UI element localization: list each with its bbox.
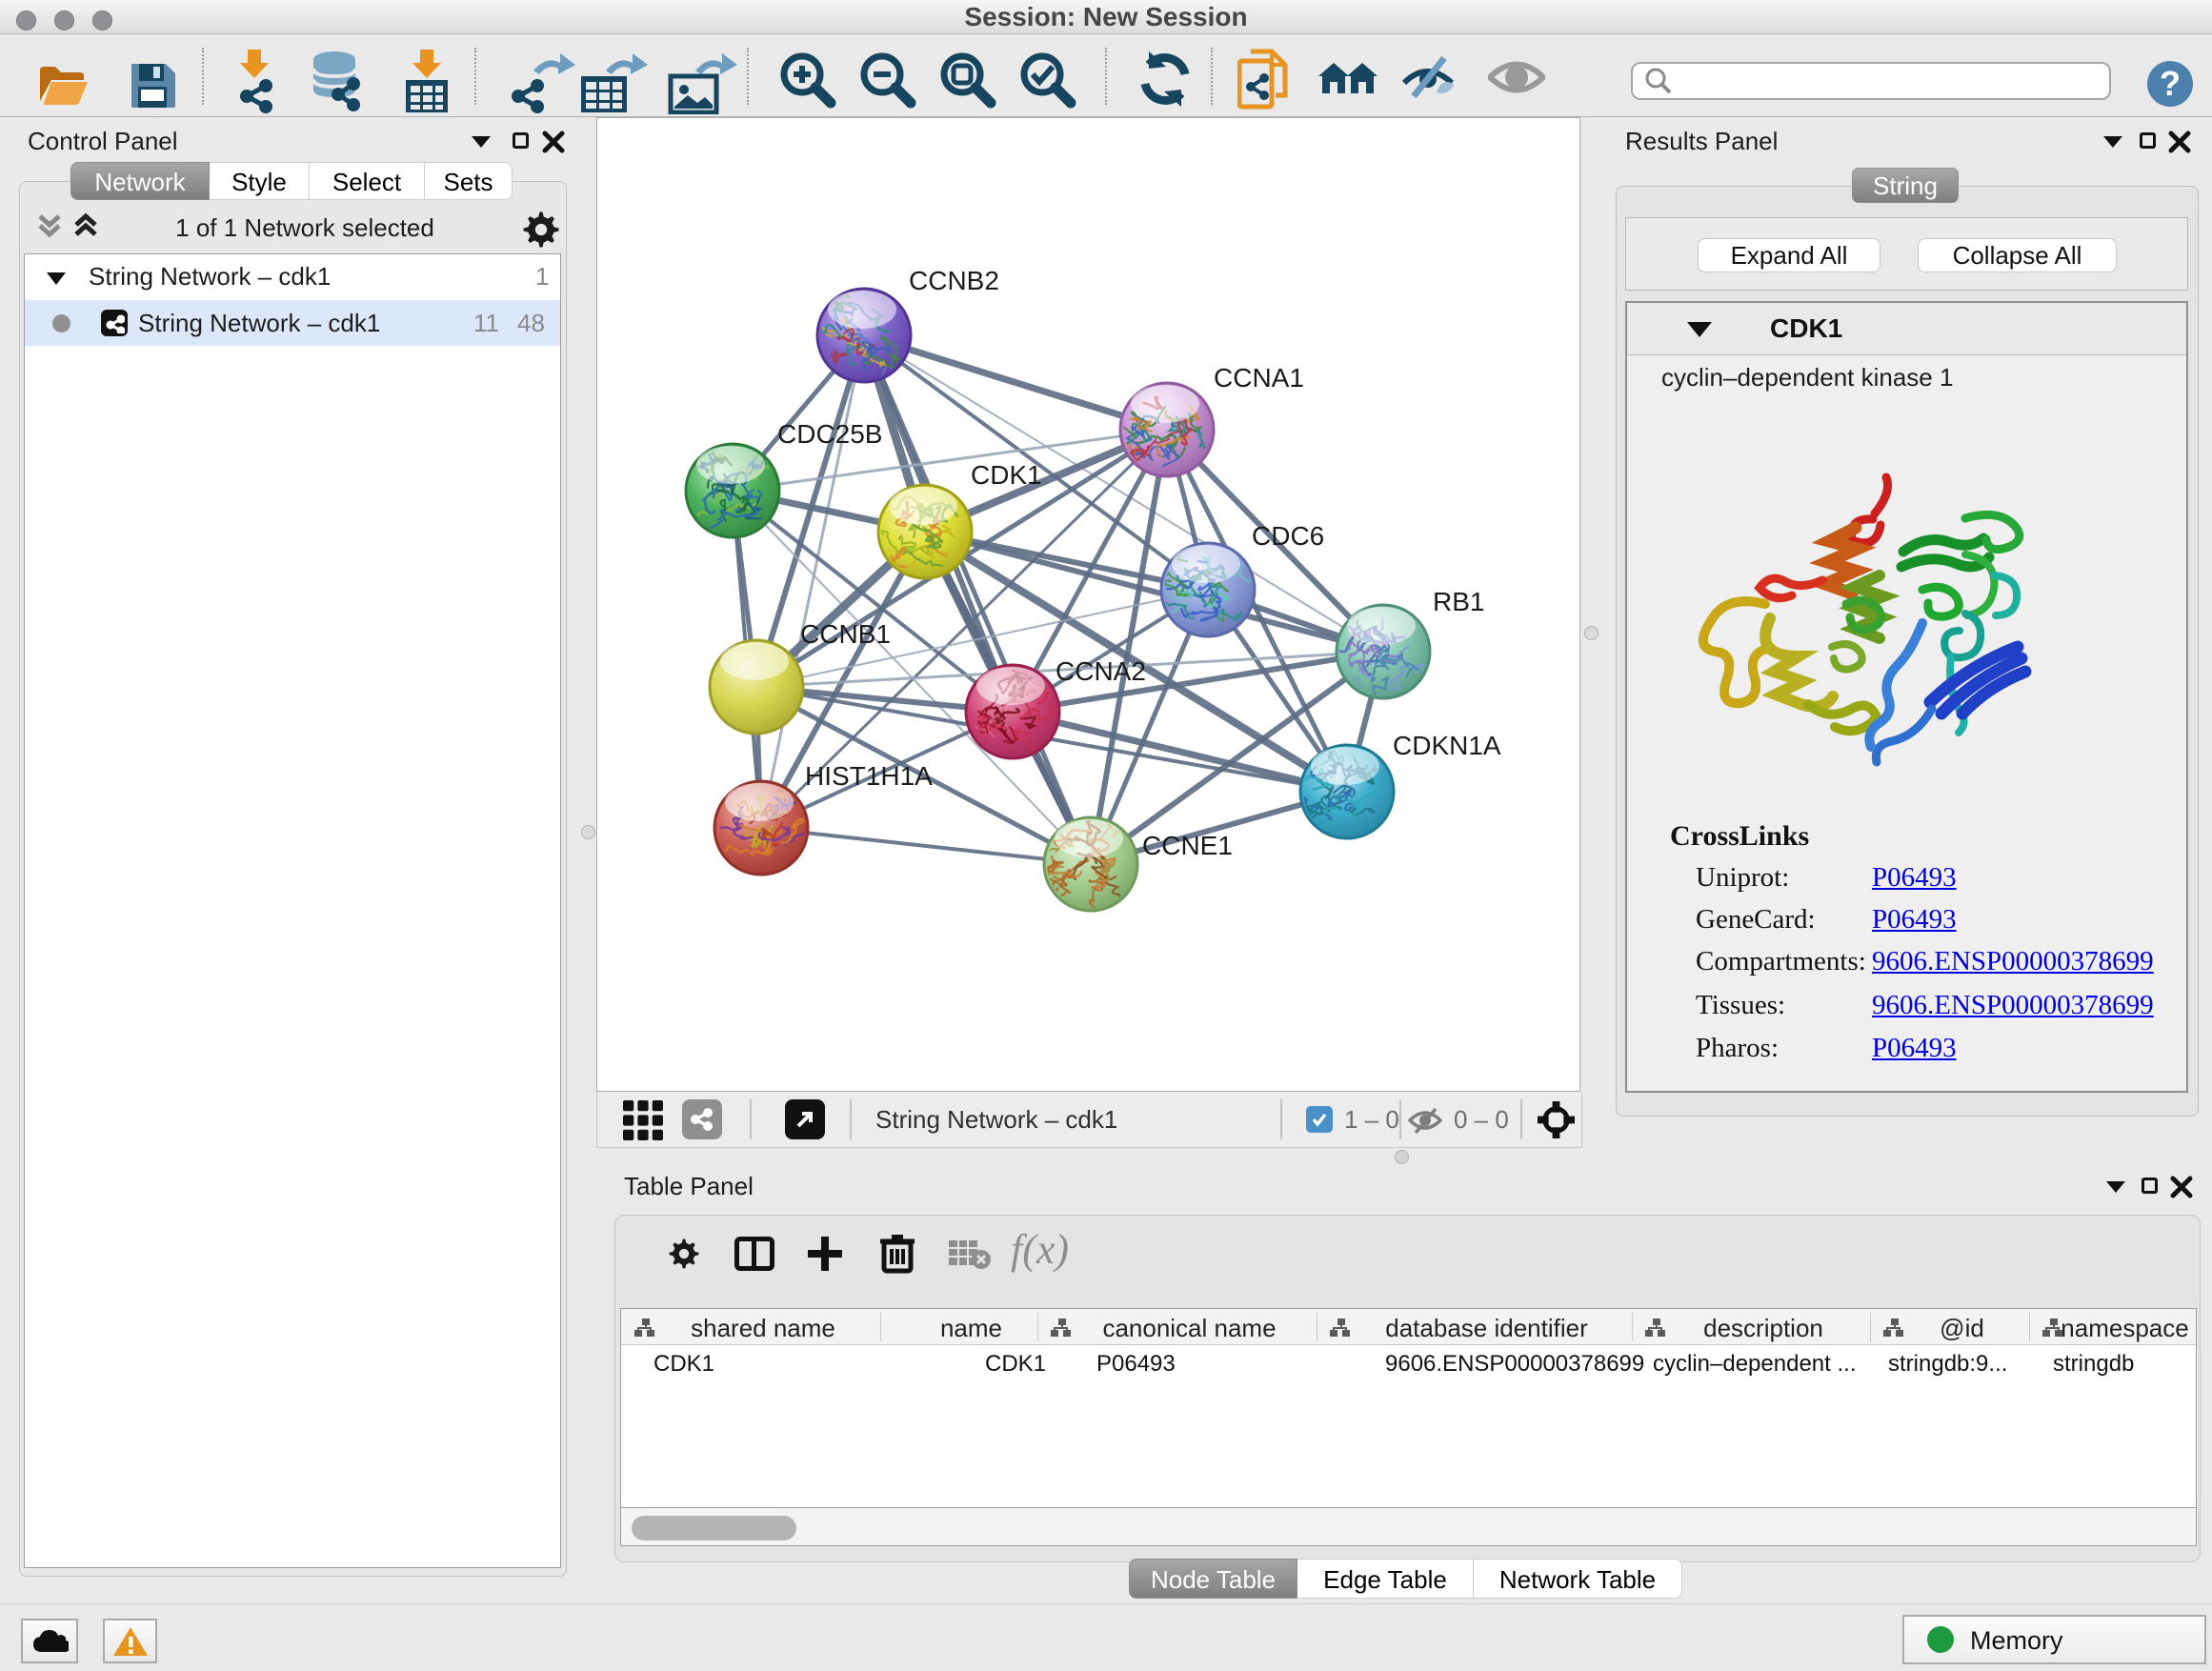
svg-text:CCNA1: CCNA1 xyxy=(1214,363,1304,393)
svg-text:CDC25B: CDC25B xyxy=(777,419,882,449)
svg-text:CCNB2: CCNB2 xyxy=(909,266,999,295)
svg-text:CDKN1A: CDKN1A xyxy=(1393,731,1501,760)
svg-text:CCNB1: CCNB1 xyxy=(800,619,891,649)
svg-text:HIST1H1A: HIST1H1A xyxy=(805,761,933,791)
svg-text:CDC6: CDC6 xyxy=(1252,521,1324,551)
svg-text:CCNE1: CCNE1 xyxy=(1142,831,1233,860)
svg-text:CCNA2: CCNA2 xyxy=(1056,656,1146,686)
svg-text:RB1: RB1 xyxy=(1433,587,1484,616)
svg-text:CDK1: CDK1 xyxy=(971,460,1042,490)
